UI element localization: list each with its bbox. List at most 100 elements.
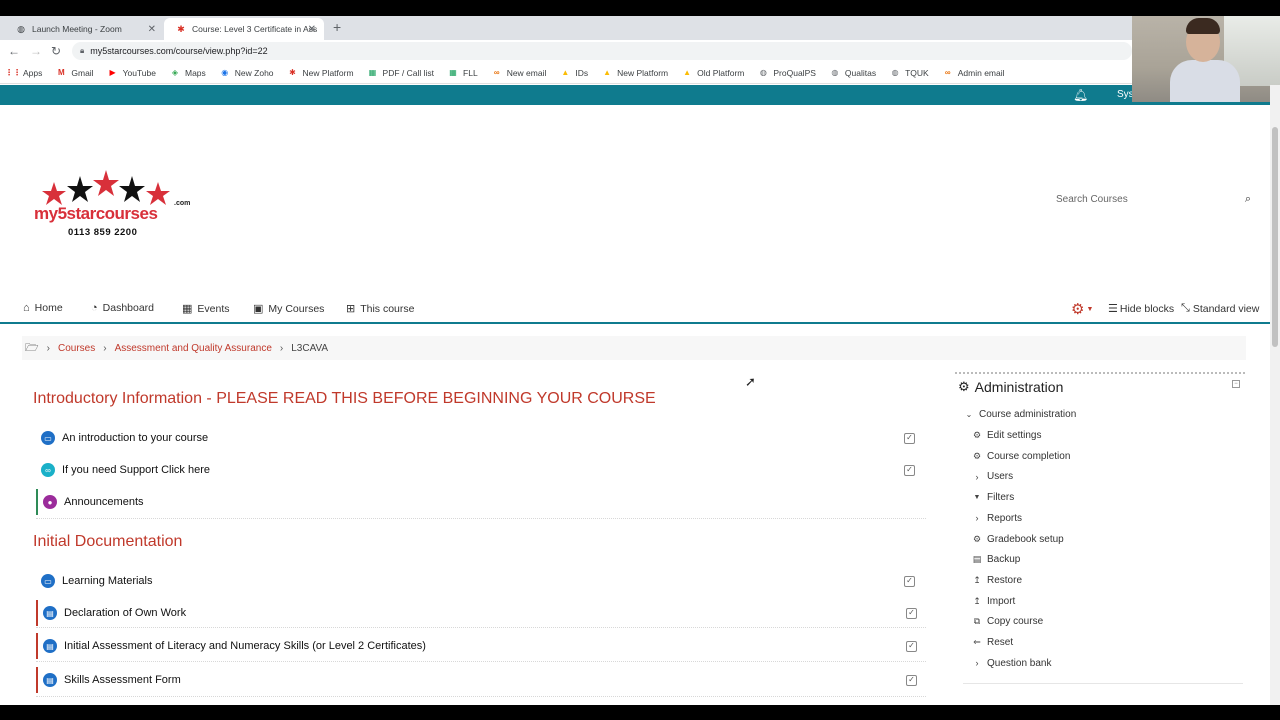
activity-label: Skills Assessment Form — [64, 674, 181, 686]
back-icon[interactable]: ← — [8, 44, 20, 58]
activity-introduction[interactable]: ▭ An introduction to your course ✓ — [36, 425, 926, 451]
activity-label: An introduction to your course — [62, 432, 209, 444]
section-title-introductory[interactable]: Introductory Information - PLEASE READ T… — [33, 390, 656, 408]
gear-icon: ⚙ — [1071, 301, 1085, 318]
completion-checkbox[interactable]: ✓ — [904, 575, 915, 587]
bookmark-item[interactable]: M Gmail — [56, 68, 94, 78]
completion-checkbox[interactable]: ✓ — [906, 674, 917, 686]
bookmark-item[interactable]: ∞ Admin email — [943, 68, 1005, 78]
bookmark-item[interactable]: ⋮⋮ Apps — [5, 68, 42, 78]
bookmark-item[interactable]: ◉ New Zoho — [220, 67, 274, 78]
reload-icon[interactable]: ↻ — [51, 44, 61, 58]
forward-icon[interactable]: → — [30, 44, 42, 58]
activity-support-link[interactable]: ∞ If you need Support Click here ✓ — [36, 457, 926, 483]
bookmark-item[interactable]: ◍ TQUK — [890, 68, 929, 78]
admin-item-label: Filters — [987, 492, 1015, 504]
search-icon[interactable]: ⌕ — [1245, 193, 1251, 206]
bookmark-item[interactable]: ▲ Old Platform — [682, 68, 744, 78]
admin-item[interactable]: ↥ Import — [972, 596, 1015, 607]
bookmark-item[interactable]: ▶ YouTube — [108, 68, 156, 78]
nav-this-course[interactable]: ⊞ This course — [346, 302, 415, 316]
bookmark-label: TQUK — [905, 67, 929, 78]
bookmark-item[interactable]: ▲ New Platform — [602, 68, 668, 78]
bell-icon[interactable]: 🔔︎ — [1073, 88, 1088, 102]
admin-item[interactable]: ⧉ Copy course — [972, 616, 1043, 627]
search-input[interactable]: Search Courses — [1056, 194, 1128, 205]
completion-checkbox[interactable]: ✓ — [904, 464, 915, 476]
bookmark-item[interactable]: ▲ IDs — [560, 68, 588, 78]
course-settings-menu[interactable]: ⚙ ▼ — [1071, 300, 1093, 318]
url-field[interactable]: 🔒︎ my5starcourses.com/course/view.php?id… — [72, 42, 1132, 60]
completion-checkbox[interactable]: ✓ — [904, 432, 915, 444]
bookmarks-bar: ⋮⋮ Apps M Gmail ▶ YouTube ◈ Maps ◉ New Zoho ✱ New P… — [0, 62, 1280, 84]
admin-course-administration[interactable]: ⌄ Course administration — [964, 409, 1077, 420]
admin-item[interactable]: ↥ Restore — [972, 575, 1022, 586]
tab-course[interactable]: ✱ Course: Level 3 Certificate in Ass ✕ — [164, 18, 324, 40]
bookmark-item[interactable]: ∞ New email — [492, 68, 547, 78]
standard-view-button[interactable]: ⤡ Standard view — [1181, 302, 1259, 315]
breadcrumb-category[interactable]: Assessment and Quality Assurance — [115, 343, 272, 354]
admin-item-label: Course administration — [979, 409, 1077, 420]
admin-item[interactable]: ⚙ Edit settings — [972, 430, 1042, 441]
course-search[interactable]: Search Courses ⌕ — [1050, 192, 1255, 210]
tab-zoom[interactable]: ◍ Launch Meeting - Zoom ✕ — [4, 18, 164, 40]
apps-grid-icon: ⋮⋮ — [5, 68, 21, 77]
my5star-favicon: ✱ — [177, 23, 185, 34]
admin-item[interactable]: › Users — [972, 471, 1014, 482]
bookmark-item[interactable]: ◍ Qualitas — [830, 68, 876, 78]
nav-home[interactable]: ⌂ Home — [23, 302, 63, 314]
bookmark-label: Qualitas — [844, 67, 877, 78]
site-logo[interactable]: my5starcourses .com 0113 859 2200 — [32, 170, 197, 242]
gear-icon: ⚙ — [972, 533, 982, 544]
completion-checkbox[interactable]: ✓ — [906, 640, 917, 652]
chevron-right-icon: › — [975, 658, 979, 669]
nav-dashboard[interactable]: ◔ Dashboard — [91, 302, 154, 314]
bookmark-label: New Platform — [617, 67, 669, 78]
completion-checkbox[interactable]: ✓ — [906, 607, 917, 619]
admin-item[interactable]: ⇐ Reset — [972, 637, 1013, 648]
bookmark-item[interactable]: ▦ FLL — [448, 68, 477, 78]
admin-item[interactable]: ⚙ Course completion — [972, 451, 1070, 462]
activity-announcements[interactable]: ● Announcements — [36, 489, 926, 515]
maps-icon: ◈ — [171, 68, 179, 77]
scrollbar-thumb[interactable] — [1272, 127, 1278, 347]
bookmark-item[interactable]: ▦ PDF / Call list — [368, 68, 434, 78]
activity-initial-assessment[interactable]: ▤ Initial Assessment of Literacy and Num… — [36, 633, 926, 659]
activity-declaration[interactable]: ▤ Declaration of Own Work ✓ — [36, 600, 926, 626]
close-icon[interactable]: ✕ — [148, 24, 156, 35]
mouse-pointer-icon: ➚ — [745, 374, 756, 389]
hide-blocks-button[interactable]: ☰ Hide blocks — [1108, 302, 1175, 316]
nav-my-courses[interactable]: ▣ My Courses — [253, 302, 324, 316]
nav-events[interactable]: ▦ Events — [182, 302, 230, 316]
activity-divider — [36, 661, 926, 662]
activity-skills-assessment[interactable]: ▤ Skills Assessment Form ✓ — [36, 667, 926, 693]
activity-label: Announcements — [64, 496, 144, 508]
admin-item[interactable]: › Question bank — [972, 658, 1052, 669]
drive-icon: ▲ — [561, 68, 570, 77]
copy-icon: ⧉ — [973, 616, 981, 627]
admin-item[interactable]: ▼ Filters — [972, 492, 1015, 504]
breadcrumb-courses[interactable]: Courses — [58, 343, 95, 354]
admin-item[interactable]: ▤ Backup — [972, 554, 1021, 565]
bookmark-item[interactable]: ◈ Maps — [170, 68, 206, 78]
activity-learning-materials[interactable]: ▭ Learning Materials ✓ — [36, 568, 926, 594]
url-link-icon: ∞ — [41, 463, 55, 477]
section-title-initial-documentation[interactable]: Initial Documentation — [33, 533, 182, 551]
zoho-icon: ◉ — [221, 68, 229, 77]
bookmark-item[interactable]: ◍ ProQualPS — [758, 68, 816, 78]
admin-item[interactable]: ⚙ Gradebook setup — [972, 534, 1064, 545]
hide-blocks-label: Hide blocks — [1119, 302, 1175, 315]
calendar-icon: ▦ — [182, 303, 193, 315]
bookmark-label: Admin email — [957, 67, 1005, 78]
bookmark-label: New Zoho — [234, 67, 274, 78]
page-scrollbar[interactable] — [1270, 85, 1280, 705]
folder-icon: ▭ — [41, 574, 55, 588]
collapse-block-icon[interactable]: − — [1232, 380, 1240, 388]
close-icon[interactable]: ✕ — [308, 24, 316, 35]
admin-item[interactable]: › Reports — [972, 513, 1023, 524]
webcam-person-body — [1170, 60, 1240, 102]
bookmark-item[interactable]: ✱ New Platform — [288, 68, 353, 78]
new-tab-button[interactable]: + — [333, 19, 341, 35]
bookmark-label: New email — [506, 67, 547, 78]
folder-open-icon[interactable]: 🗁︎ — [25, 339, 39, 358]
